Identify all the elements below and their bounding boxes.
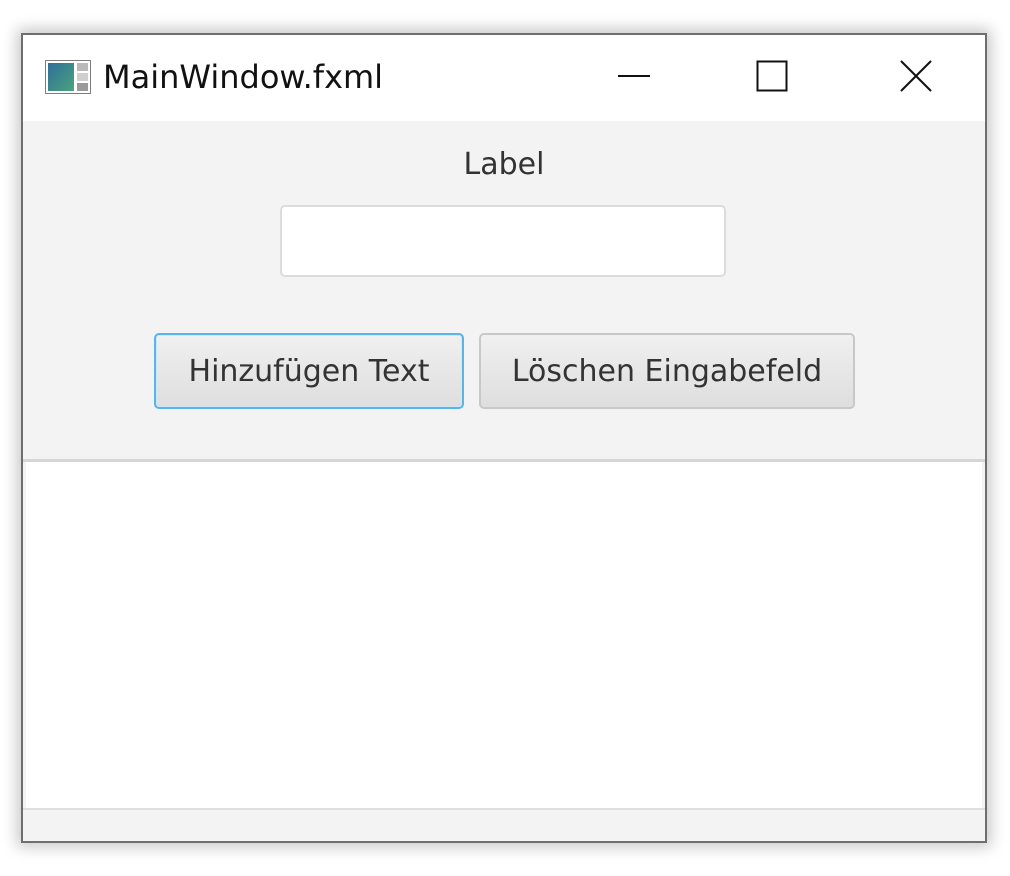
text-list[interactable]	[26, 462, 982, 808]
app-window: MainWindow.fxml Label Hinzufügen Text Lö…	[21, 33, 987, 843]
maximize-button[interactable]	[703, 35, 841, 121]
form-panel: Label Hinzufügen Text Löschen Eingabefel…	[23, 121, 985, 461]
bottom-strip	[23, 810, 985, 841]
minimize-icon	[617, 59, 651, 97]
close-button[interactable]	[847, 35, 985, 121]
screen: MainWindow.fxml Label Hinzufügen Text Lö…	[0, 0, 1010, 876]
app-icon	[45, 60, 91, 94]
maximize-icon	[756, 60, 788, 96]
title-bar[interactable]: MainWindow.fxml	[23, 35, 985, 121]
add-text-button[interactable]: Hinzufügen Text	[154, 333, 464, 409]
clear-input-button[interactable]: Löschen Eingabefeld	[479, 333, 855, 409]
window-title: MainWindow.fxml	[103, 58, 384, 96]
minimize-button[interactable]	[565, 35, 703, 121]
close-icon	[900, 60, 932, 96]
form-label: Label	[463, 147, 545, 182]
text-input[interactable]	[280, 205, 726, 277]
